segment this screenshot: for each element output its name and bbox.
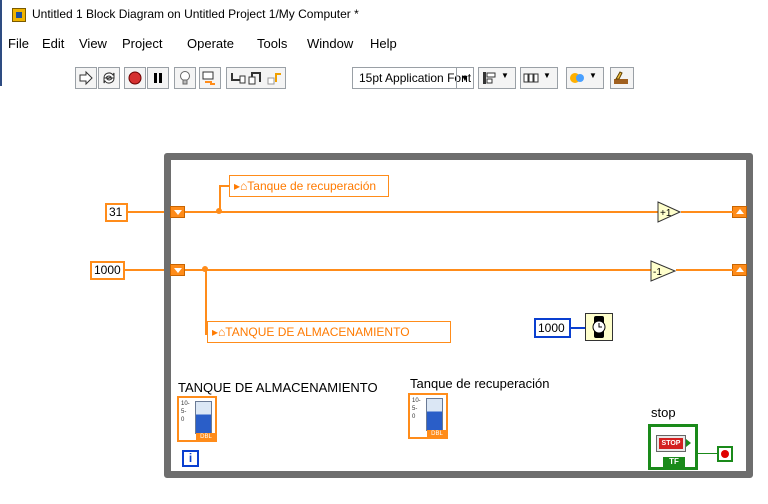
abort-icon <box>128 71 142 85</box>
dropdown-arrow-icon: ▼ <box>589 71 597 80</box>
distribute-objects-icon <box>523 73 539 83</box>
increment-node[interactable]: +1 <box>657 201 681 223</box>
pause-button[interactable] <box>147 67 169 89</box>
tank-indicator-recuperacion[interactable]: 10- 5- 0 DBL <box>408 393 448 439</box>
wait-ms-constant[interactable]: 1000 <box>534 318 571 338</box>
local-variable-tanque-recuperacion[interactable]: ▸⌂Tanque de recuperación <box>229 175 389 197</box>
stop-button[interactable]: STOP <box>656 435 686 452</box>
shift-register-right-1[interactable] <box>732 206 747 218</box>
run-continuously-button[interactable] <box>98 67 120 89</box>
highlight-execution-icon <box>180 71 190 85</box>
wire[interactable] <box>697 453 717 454</box>
step-over-icon[interactable] <box>248 70 264 86</box>
shift-register-left-1[interactable] <box>170 206 185 218</box>
title-bar: Untitled 1 Block Diagram on Untitled Pro… <box>0 0 768 36</box>
distribute-objects-button[interactable]: ▼ <box>520 67 558 89</box>
step-into-icon[interactable] <box>230 70 246 86</box>
tank-scale: 10- 5- 0 <box>412 398 421 420</box>
font-select[interactable]: 15pt Application Font ▼ <box>352 67 474 89</box>
font-select-value: 15pt Application Font <box>359 71 472 85</box>
wait-function[interactable] <box>585 313 613 341</box>
wire[interactable] <box>571 327 586 329</box>
decrement-node[interactable]: -1 <box>650 260 676 282</box>
shift-register-right-2[interactable] <box>732 264 747 276</box>
clean-up-diagram-icon <box>614 71 628 84</box>
retain-wire-values-icon <box>202 71 215 85</box>
reorder-icon <box>570 73 584 83</box>
watch-icon <box>592 316 606 338</box>
stepping-controls <box>226 67 286 89</box>
loop-condition-terminal[interactable] <box>717 446 733 462</box>
wire[interactable] <box>185 269 651 271</box>
output-arrow-icon <box>686 439 691 447</box>
align-objects-button[interactable]: ▼ <box>478 67 516 89</box>
menu-window[interactable]: Window <box>307 36 353 51</box>
menu-project[interactable]: Project <box>122 36 162 51</box>
run-arrow-icon <box>79 70 93 86</box>
local-variable-tanque-almacenamiento[interactable]: ▸⌂TANQUE DE ALMACENAMIENTO <box>207 321 451 343</box>
increment-label: +1 <box>660 208 672 219</box>
reorder-button[interactable]: ▼ <box>566 67 604 89</box>
chevron-down-icon: ▼ <box>456 68 473 88</box>
decrement-label: -1 <box>653 267 662 278</box>
stop-button-terminal[interactable]: STOP TF <box>648 424 698 470</box>
shift-register-left-2[interactable] <box>170 264 185 276</box>
indicator-label-recuperacion: Tanque de recuperación <box>410 376 550 391</box>
menu-operate[interactable]: Operate <box>187 36 234 51</box>
wire-junction <box>202 266 208 272</box>
wire-junction <box>216 208 222 214</box>
step-out-icon[interactable] <box>267 70 283 86</box>
highlight-execution-button[interactable] <box>174 67 196 89</box>
menu-tools[interactable]: Tools <box>257 36 287 51</box>
window-edge-accent <box>0 0 2 86</box>
labview-app-icon <box>12 8 26 22</box>
dropdown-arrow-icon: ▼ <box>501 71 509 80</box>
dbl-type-badge: DBL <box>427 430 447 438</box>
local-variable-label: Tanque de recuperación <box>247 179 377 193</box>
tank-scale: 10- 5- 0 <box>181 401 190 423</box>
menu-help[interactable]: Help <box>370 36 397 51</box>
iteration-terminal[interactable]: i <box>182 450 199 467</box>
local-variable-label: TANQUE DE ALMACENAMIENTO <box>225 325 410 339</box>
numeric-constant-31[interactable]: 31 <box>105 203 128 222</box>
wire[interactable] <box>681 211 733 213</box>
window-title: Untitled 1 Block Diagram on Untitled Pro… <box>32 7 359 21</box>
run-button[interactable] <box>75 67 97 89</box>
stop-label: stop <box>651 405 676 420</box>
align-objects-icon <box>483 72 496 84</box>
wire[interactable] <box>185 211 658 213</box>
tf-type-badge: TF <box>663 457 685 467</box>
clean-up-diagram-button[interactable] <box>610 67 634 89</box>
tank-fill <box>195 401 212 434</box>
stop-condition-icon <box>721 450 729 458</box>
menu-view[interactable]: View <box>79 36 107 51</box>
dropdown-arrow-icon: ▼ <box>543 71 551 80</box>
numeric-constant-1000[interactable]: 1000 <box>90 261 125 280</box>
abort-button[interactable] <box>124 67 146 89</box>
retain-wire-values-button[interactable] <box>199 67 221 89</box>
tank-indicator-almacenamiento[interactable]: 10- 5- 0 DBL <box>177 396 217 442</box>
menu-edit[interactable]: Edit <box>42 36 64 51</box>
run-continuously-icon <box>103 72 115 84</box>
menu-file[interactable]: File <box>8 36 29 51</box>
pause-icon <box>154 73 162 83</box>
wire[interactable] <box>676 269 733 271</box>
stop-button-text: STOP <box>659 438 683 449</box>
tank-fill <box>426 398 443 431</box>
indicator-label-almacenamiento: TANQUE DE ALMACENAMIENTO <box>178 380 378 395</box>
dbl-type-badge: DBL <box>196 433 216 441</box>
